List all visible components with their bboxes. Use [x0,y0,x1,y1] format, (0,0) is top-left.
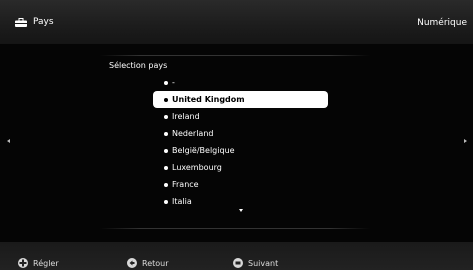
adjust-hint[interactable]: Régler [18,258,59,268]
country-label: Nederland [172,129,214,138]
country-label: Italia [172,197,192,206]
country-item[interactable]: United Kingdom [153,91,328,108]
signal-mode-label: Numérique [417,18,467,28]
bottom-divider [100,228,370,229]
nav-right-arrow[interactable] [464,139,467,143]
bullet-icon [164,131,168,136]
country-item[interactable]: - [153,74,328,91]
section-title: Sélection pays [109,61,168,70]
country-label: Luxembourg [172,163,222,172]
header-bar: Pays Numérique [0,0,473,44]
country-label: United Kingdom [172,95,245,104]
country-list: - United Kingdom Ireland Nederland België/Be… [153,74,328,210]
country-label: Ireland [172,112,200,121]
country-item[interactable]: Nederland [153,125,328,142]
scroll-down-indicator[interactable] [239,209,243,212]
bullet-icon [164,148,168,153]
country-label: - [172,78,175,87]
back-hint[interactable]: Retour [127,258,169,268]
country-item[interactable]: France [153,176,328,193]
country-label: België/Belgique [172,146,235,155]
footer-bar: Régler Retour Suivant [0,242,473,270]
next-hint[interactable]: Suivant [233,258,278,268]
top-divider [100,55,370,56]
bullet-icon [164,80,168,85]
page-title: Pays [33,17,54,27]
ok-button-icon [233,258,243,268]
screen: Pays Numérique Sélection pays - United Ki… [0,0,473,270]
bullet-icon [164,199,168,204]
bullet-icon [164,114,168,119]
nav-left-arrow[interactable] [7,139,10,143]
country-item[interactable]: Luxembourg [153,159,328,176]
next-label: Suivant [248,258,279,268]
bullet-icon [164,165,168,170]
bullet-icon [164,182,168,187]
country-item[interactable]: België/Belgique [153,142,328,159]
dpad-icon [18,258,28,268]
country-item[interactable]: Italia [153,193,328,210]
country-label: France [172,180,199,189]
back-label: Retour [142,258,169,268]
toolbox-icon [15,17,27,27]
back-icon [127,258,137,268]
adjust-label: Régler [33,258,59,268]
bullet-icon [164,97,168,102]
country-item[interactable]: Ireland [153,108,328,125]
header-title-group: Pays [15,17,54,27]
